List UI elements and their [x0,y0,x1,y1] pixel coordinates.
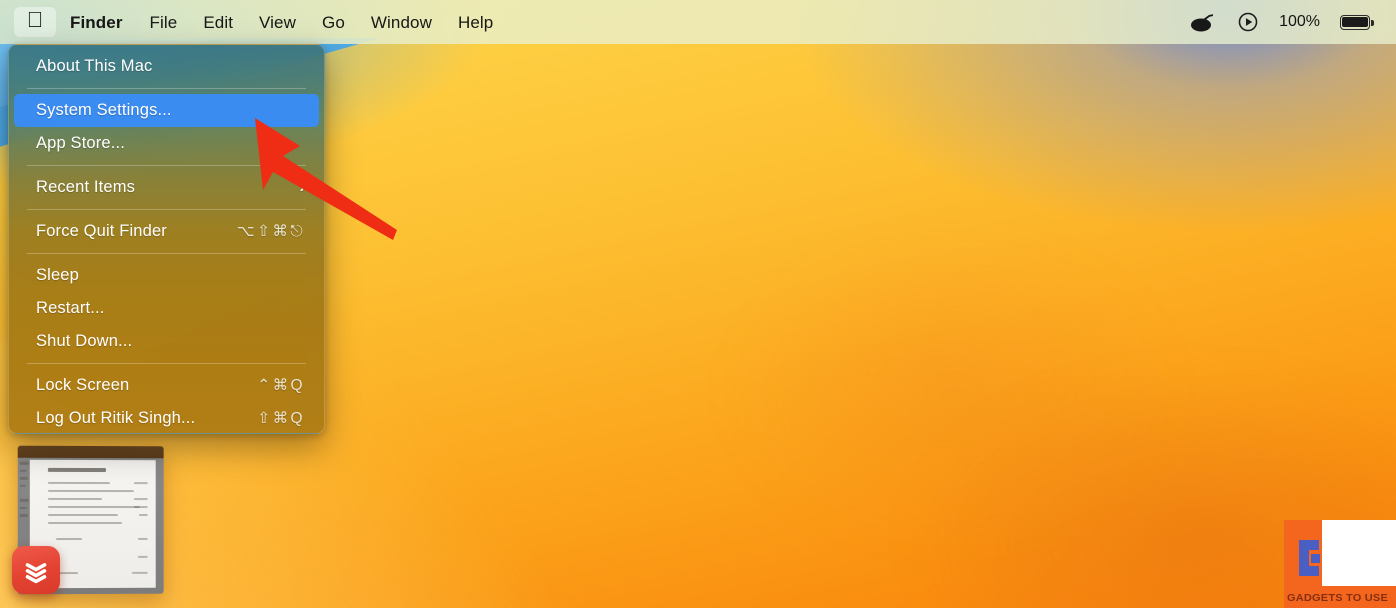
apple-logo-icon[interactable]:  [14,7,56,37]
menu-item-restart[interactable]: Restart... [14,292,319,325]
macos-desktop:  Finder File Edit View Go Window Help 1… [0,0,1396,608]
apple-menu-dropdown: About This Mac System Settings... App St… [8,44,325,434]
menu-separator [27,253,306,254]
menu-bar-item-go[interactable]: Go [309,10,358,35]
battery-full-icon[interactable] [1340,14,1374,30]
menu-item-log-out[interactable]: Log Out Ritik Singh... ⇧⌘Q [14,402,319,433]
menu-item-lock-screen[interactable]: Lock Screen ⌃⌘Q [14,369,319,402]
menu-item-shortcut: ⌥⇧⌘⎋ [236,223,305,240]
menu-item-app-store[interactable]: App Store... [14,127,319,160]
menu-item-label: About This Mac [36,57,153,75]
todoist-icon[interactable] [12,546,60,594]
menu-separator [27,209,306,210]
menu-item-about-this-mac[interactable]: About This Mac [14,50,319,83]
preview-doc-heading [47,467,106,473]
chevron-right-icon: › [299,178,305,196]
menu-item-shortcut: ⇧⌘Q [257,410,305,427]
menu-bar-app-menus:  Finder File Edit View Go Window Help [14,7,506,37]
menu-bar-item-file[interactable]: File [137,10,191,35]
menu-bar-status-items: 100% [1189,10,1384,34]
play-circle-icon[interactable] [1237,11,1259,33]
menu-item-label: Sleep [36,266,79,284]
watermark-text: GADGETS TO USE [1287,592,1388,604]
battery-fill [1342,16,1368,28]
menu-item-label: Recent Items [36,178,136,196]
battery-percent-label: 100% [1279,13,1320,30]
menu-bar-item-view[interactable]: View [246,10,309,35]
menu-item-shut-down[interactable]: Shut Down... [14,325,319,358]
menu-item-label: Force Quit Finder [36,222,167,240]
menu-item-label: Lock Screen [36,376,130,394]
menu-separator [27,165,306,166]
menu-item-sleep[interactable]: Sleep [14,259,319,292]
menu-item-force-quit-finder[interactable]: Force Quit Finder ⌥⇧⌘⎋ [14,215,319,248]
menu-item-recent-items[interactable]: Recent Items › [14,171,319,204]
menu-separator [27,88,306,89]
menu-bar-item-help[interactable]: Help [445,10,506,35]
menu-bar-item-edit[interactable]: Edit [190,10,246,35]
menu-bar:  Finder File Edit View Go Window Help 1… [0,0,1396,44]
menu-item-label: System Settings... [36,101,172,119]
menu-item-label: Restart... [36,299,105,317]
menu-item-label: Log Out Ritik Singh... [36,409,196,427]
preview-titlebar [17,445,164,459]
menu-item-shortcut: ⌃⌘Q [257,377,305,394]
gadgets-to-use-logo [1299,540,1320,576]
watermark: GADGETS TO USE [1284,520,1396,608]
preview-sidebar [19,461,29,522]
menu-bar-item-window[interactable]: Window [358,10,445,35]
menu-item-label: App Store... [36,134,125,152]
menu-separator [27,363,306,364]
watermark-white-panel [1322,520,1396,586]
menu-item-label: Shut Down... [36,332,133,350]
menu-bar-item-finder[interactable]: Finder [58,10,137,35]
skillet-blob-icon[interactable] [1189,10,1217,34]
menu-item-system-settings[interactable]: System Settings... [14,94,319,127]
